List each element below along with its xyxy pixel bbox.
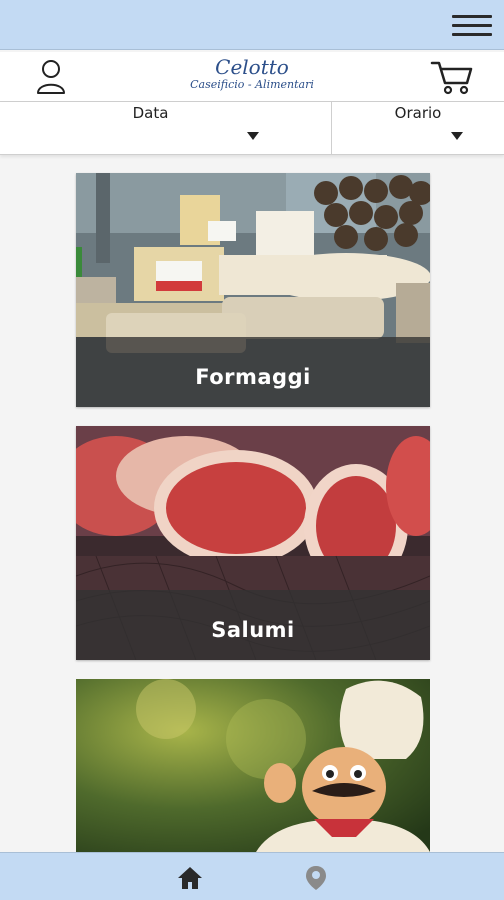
bottom-nav: [0, 852, 504, 900]
filter-bar: Data Orario: [0, 102, 504, 155]
category-card-chef[interactable]: [76, 679, 430, 852]
category-label: Formaggi: [195, 365, 311, 389]
brand-name: Celotto: [215, 55, 289, 79]
chevron-down-icon: [451, 132, 463, 140]
hamburger-menu-icon[interactable]: [452, 10, 492, 40]
category-card-salumi[interactable]: Salumi: [76, 426, 430, 660]
time-select-label: Orario: [394, 104, 442, 122]
category-list: Formaggi Salumi: [0, 156, 504, 852]
chef-figurine-photo: [76, 679, 430, 852]
app-header: Celotto Caseificio - Alimentari: [0, 52, 504, 102]
time-select[interactable]: Orario: [332, 102, 504, 154]
category-label: Salumi: [211, 618, 295, 642]
shopping-cart-icon[interactable]: [430, 59, 474, 95]
date-select-label: Data: [132, 104, 169, 122]
chevron-down-icon: [247, 132, 259, 140]
brand-logo[interactable]: Celotto Caseificio - Alimentari: [0, 56, 504, 92]
top-bar: [0, 0, 504, 50]
map-pin-icon[interactable]: [305, 865, 327, 891]
date-select[interactable]: Data: [0, 102, 332, 154]
category-card-formaggi[interactable]: Formaggi: [76, 173, 430, 407]
brand-subtitle: Caseificio - Alimentari: [190, 78, 314, 91]
home-icon[interactable]: [177, 865, 203, 891]
